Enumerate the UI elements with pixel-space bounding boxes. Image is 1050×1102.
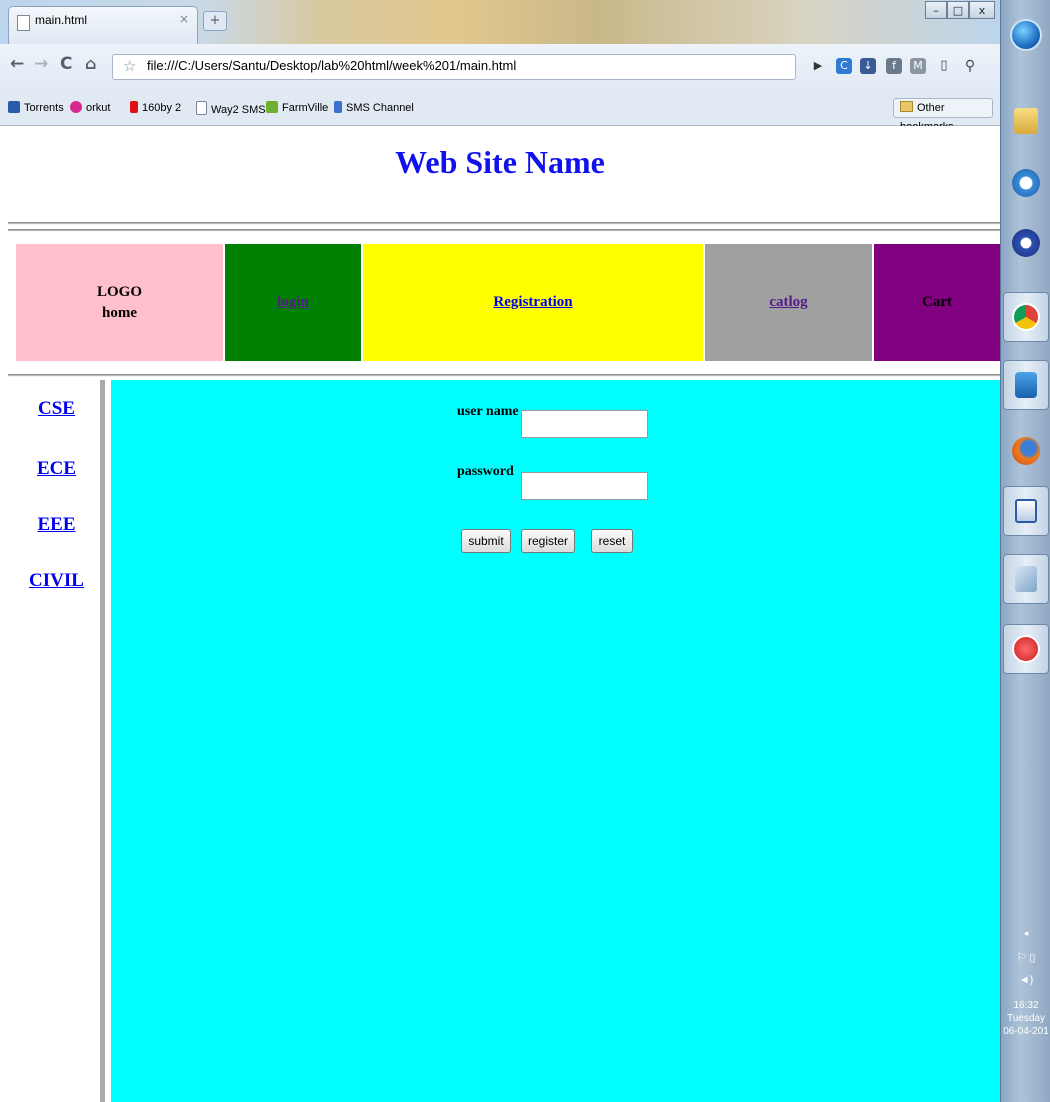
registration-cell: Registration	[363, 244, 703, 361]
home-text: home	[102, 304, 137, 321]
start-orb-icon[interactable]	[1003, 10, 1049, 60]
url-text: file:///C:/Users/Santu/Desktop/lab%20htm…	[147, 58, 517, 73]
bookmarks-bar: Torrents orkut 160by 2 Way2 SMS FarmVill…	[0, 94, 1000, 133]
frameset: CSE ECE EEE CIVIL user name password sub…	[8, 380, 1000, 1102]
register-button[interactable]: register	[521, 529, 575, 553]
logo-text: LOGO	[96, 283, 142, 300]
notepad-icon[interactable]	[1003, 554, 1049, 604]
username-input[interactable]	[521, 410, 648, 438]
play-icon[interactable]: ▶	[810, 58, 826, 74]
orkut-icon	[70, 101, 82, 113]
address-bar[interactable]: ☆ file:///C:/Users/Santu/Desktop/lab%20h…	[112, 54, 796, 80]
extension-c-icon[interactable]: C	[836, 58, 852, 74]
bookmark-orkut[interactable]: orkut	[70, 101, 110, 114]
bookmark-star-icon[interactable]: ☆	[123, 57, 136, 75]
farmville-icon	[266, 101, 278, 113]
cart-text: Cart	[922, 294, 952, 310]
browser-toolbar: ← → C ⌂ ☆ file:///C:/Users/Santu/Desktop…	[0, 44, 1000, 98]
title-bar: main.html × + – □ x	[0, 0, 1000, 44]
sidebar-link-civil[interactable]: CIVIL	[8, 570, 105, 592]
browser-chrome: main.html × + – □ x ← → C ⌂ ☆ file:///C:…	[0, 0, 1000, 133]
volume-icon[interactable]: ◄)	[1001, 974, 1050, 986]
logo-cell: LOGO home	[16, 244, 223, 361]
right-frame: user name password submit register reset	[111, 380, 1000, 1102]
bookmark-160by2[interactable]: 160by 2	[130, 101, 181, 114]
bookmark-torrents[interactable]: Torrents	[8, 101, 64, 114]
tab-title: main.html	[35, 13, 88, 27]
back-icon[interactable]: ←	[10, 54, 24, 74]
extension-download-icon[interactable]: ↓	[860, 58, 876, 74]
divider	[8, 229, 1000, 232]
minimize-icon[interactable]: –	[925, 1, 947, 19]
tray-flag-icon[interactable]: ⚐ ▯	[1001, 951, 1050, 964]
160by2-icon	[130, 101, 138, 113]
clock-time: 16:32	[1013, 1000, 1039, 1011]
firefox-icon[interactable]	[1003, 426, 1049, 476]
bookmark-smschannel[interactable]: SMS Channel	[334, 101, 414, 114]
new-tab-button[interactable]: +	[203, 11, 227, 31]
divider	[8, 374, 1000, 377]
other-bookmarks-button[interactable]: Other bookmarks	[893, 98, 993, 133]
sidebar-link-ece[interactable]: ECE	[8, 458, 105, 480]
torrents-icon	[8, 101, 20, 113]
internet-explorer-icon[interactable]	[1003, 158, 1049, 208]
tray-expand-icon[interactable]: ◂	[1001, 928, 1050, 939]
error-app-icon[interactable]	[1003, 624, 1049, 674]
forward-icon[interactable]: →	[34, 54, 48, 74]
divider	[8, 222, 1000, 225]
system-tray: ◂ ⚐ ▯ ◄) 16:32 Tuesday 06-04-201	[1001, 920, 1050, 1102]
left-frame: CSE ECE EEE CIVIL	[8, 380, 105, 1102]
nav-row: LOGO home login Registration catlog Cart	[16, 244, 1000, 361]
folder-icon	[900, 101, 913, 112]
clock-day: Tuesday	[1007, 1013, 1045, 1024]
extension-mail-icon[interactable]: M	[910, 58, 926, 74]
login-cell: login	[225, 244, 361, 361]
catlog-link[interactable]: catlog	[769, 294, 807, 311]
catlog-cell: catlog	[705, 244, 872, 361]
password-label: password	[457, 464, 514, 479]
windows-taskbar: ◂ ⚐ ▯ ◄) 16:32 Tuesday 06-04-201	[1000, 0, 1050, 1102]
page-icon	[17, 15, 30, 31]
password-input[interactable]	[521, 472, 648, 500]
word-icon[interactable]	[1003, 486, 1049, 536]
explorer-icon[interactable]	[1003, 96, 1049, 146]
sidebar-link-cse[interactable]: CSE	[8, 398, 105, 420]
wrench-icon[interactable]: ⚲	[962, 58, 978, 74]
reload-icon[interactable]: C	[60, 54, 72, 74]
bookmark-farmville[interactable]: FarmVille	[266, 101, 328, 114]
smschannel-icon	[334, 101, 342, 113]
username-label: user name	[457, 404, 519, 419]
submit-button[interactable]: submit	[461, 529, 511, 553]
tab-close-icon[interactable]: ×	[179, 12, 189, 26]
bookmark-way2sms[interactable]: Way2 SMS	[196, 101, 266, 116]
registration-link[interactable]: Registration	[493, 294, 572, 311]
home-icon[interactable]: ⌂	[85, 54, 96, 73]
page-icon	[196, 101, 207, 115]
visual-studio-icon[interactable]	[1003, 218, 1049, 268]
close-window-icon[interactable]: x	[969, 1, 995, 19]
sidebar-link-eee[interactable]: EEE	[8, 514, 105, 536]
window-controls: – □ x	[905, 1, 997, 21]
browser-tab[interactable]: main.html ×	[8, 6, 198, 44]
login-link[interactable]: login	[277, 294, 309, 311]
page-content: Web Site Name LOGO home login Registrati…	[0, 126, 1000, 1102]
extension-fb-icon[interactable]: f	[886, 58, 902, 74]
media-player-icon[interactable]	[1003, 360, 1049, 410]
chrome-icon[interactable]	[1003, 292, 1049, 342]
maximize-icon[interactable]: □	[947, 1, 969, 19]
cart-cell: Cart	[874, 244, 1000, 361]
clock-date: 06-04-201	[1003, 1026, 1049, 1037]
site-title: Web Site Name	[395, 144, 605, 180]
page-menu-icon[interactable]: ▯	[936, 58, 952, 74]
reset-button[interactable]: reset	[591, 529, 633, 553]
